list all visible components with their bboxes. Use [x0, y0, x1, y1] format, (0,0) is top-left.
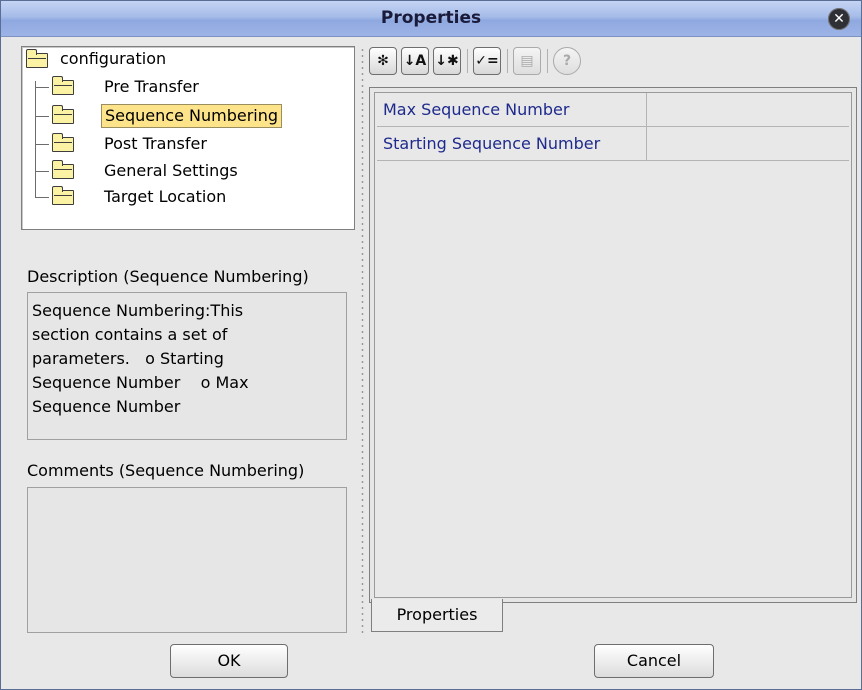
show-editable-icon: ✓= — [475, 53, 499, 69]
sort-by-type-icon: ↓✱ — [435, 53, 459, 69]
property-value[interactable] — [649, 93, 849, 126]
dialog-title: Properties — [380, 8, 482, 28]
folder-icon — [52, 186, 74, 205]
property-row[interactable]: Max Sequence Number — [377, 93, 849, 127]
tree-item-sequence-numbering[interactable]: Sequence Numbering — [22, 104, 352, 128]
comments-textarea[interactable] — [27, 487, 347, 633]
property-name: Max Sequence Number — [377, 93, 647, 126]
tree-item-label: Target Location — [104, 187, 227, 206]
sort-by-type-button[interactable]: ↓✱ — [433, 47, 461, 75]
properties-page-icon: ▤ — [520, 53, 534, 69]
help-button[interactable]: ? — [553, 47, 581, 75]
help-icon: ? — [562, 53, 572, 69]
cancel-button[interactable]: Cancel — [594, 644, 714, 678]
folder-icon — [26, 49, 48, 68]
description-label: Description (Sequence Numbering) — [27, 267, 309, 286]
tree-item-pre-transfer[interactable]: Pre Transfer — [22, 75, 352, 99]
close-icon[interactable]: ✕ — [828, 8, 850, 30]
tree-item-label: General Settings — [104, 161, 238, 180]
categorized-icon: ✻ — [377, 53, 389, 69]
show-editable-button[interactable]: ✓= — [473, 47, 501, 75]
tree-item-general-settings[interactable]: General Settings — [22, 159, 352, 183]
tree-item-post-transfer[interactable]: Post Transfer — [22, 132, 352, 156]
sort-alphabetical-icon: ↓A — [403, 53, 427, 69]
toolbar-separator — [507, 49, 508, 73]
property-row[interactable]: Starting Sequence Number — [377, 127, 849, 161]
toolbar-separator — [547, 49, 548, 73]
folder-icon — [52, 133, 74, 152]
folder-icon — [52, 76, 74, 95]
title-bar[interactable]: Properties ✕ — [1, 1, 861, 37]
tab-properties[interactable]: Properties — [371, 599, 503, 632]
configuration-tree: configuration Pre Transfer Sequence Numb… — [21, 46, 355, 230]
property-sheet: Max Sequence Number Starting Sequence Nu… — [369, 87, 857, 603]
sort-alphabetical-button[interactable]: ↓A — [401, 47, 429, 75]
description-text: Sequence Numbering:This section contains… — [27, 292, 347, 440]
tree-item-label: Post Transfer — [104, 134, 207, 153]
tree-item-label-selected: Sequence Numbering — [101, 104, 283, 128]
property-table: Max Sequence Number Starting Sequence Nu… — [374, 92, 852, 598]
property-name: Starting Sequence Number — [377, 127, 647, 160]
toolbar-separator — [467, 49, 468, 73]
ok-button[interactable]: OK — [170, 644, 288, 678]
tree-item-label: Pre Transfer — [104, 77, 199, 96]
tree-item-configuration[interactable]: configuration — [22, 47, 352, 71]
properties-dialog: Properties ✕ configuration Pre Transfer … — [0, 0, 862, 690]
panel-splitter[interactable] — [361, 47, 364, 637]
tree-item-label: configuration — [60, 49, 167, 68]
comments-label: Comments (Sequence Numbering) — [27, 461, 305, 480]
property-value[interactable] — [649, 127, 849, 160]
folder-icon — [52, 160, 74, 179]
tree-item-target-location[interactable]: Target Location — [22, 185, 352, 209]
properties-page-button[interactable]: ▤ — [513, 47, 541, 75]
folder-icon — [52, 105, 74, 124]
categorized-button[interactable]: ✻ — [369, 47, 397, 75]
